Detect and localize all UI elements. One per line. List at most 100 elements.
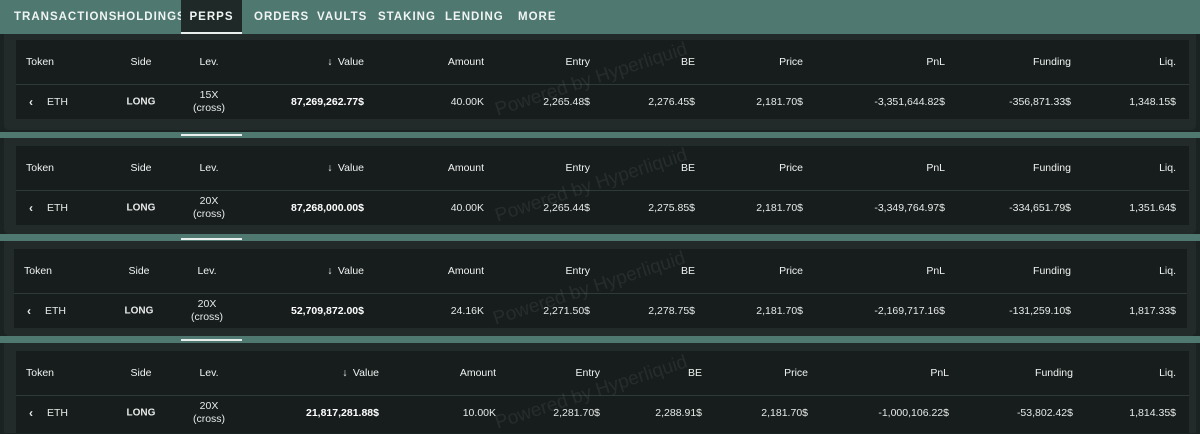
col-be[interactable]: BE	[681, 162, 695, 174]
col-be[interactable]: BE	[688, 367, 702, 379]
funding-value: -356,871.33$	[1009, 96, 1071, 108]
positions-table: Token Side Lev. ↓ Value Amount Entry BE P…	[16, 145, 1189, 227]
col-token[interactable]: Token	[26, 56, 54, 68]
col-amount[interactable]: Amount	[448, 265, 484, 277]
col-token[interactable]: Token	[24, 265, 52, 277]
margin-mode: (cross)	[192, 102, 226, 114]
positions-panel: Token Side Lev. ↓ Value Amount Entry BE P…	[4, 241, 1196, 336]
col-side[interactable]: Side	[109, 265, 169, 277]
col-funding[interactable]: Funding	[1033, 56, 1071, 68]
tab-indicator	[181, 134, 242, 136]
col-funding[interactable]: Funding	[1033, 162, 1071, 174]
position-amount: 10.00K	[462, 407, 496, 419]
arrow-down-icon: ↓	[327, 162, 333, 174]
funding-value: -131,259.10$	[1009, 305, 1071, 317]
leverage: 20X (cross)	[184, 195, 234, 221]
arrow-down-icon: ↓	[327, 56, 333, 68]
col-amount[interactable]: Amount	[448, 162, 484, 174]
tab-perps[interactable]: PERPS	[181, 0, 242, 34]
col-be[interactable]: BE	[681, 265, 695, 277]
position-value: 52,709,872.00$	[291, 305, 364, 317]
entry-price: 2,271.50$	[543, 305, 590, 317]
side-badge: LONG	[126, 407, 156, 419]
table-row[interactable]: ‹ ETH LONG 15X (cross) 87,269,262.77$ 40.…	[16, 85, 1189, 119]
entry-price: 2,265.48$	[543, 96, 590, 108]
positions-panel: Token Side Lev. ↓ Value Amount Entry BE P…	[4, 34, 1196, 130]
col-pnl[interactable]: PnL	[926, 162, 945, 174]
table-header: Token Side Lev. ↓ Value Amount Entry BE P…	[16, 40, 1189, 85]
col-entry[interactable]: Entry	[575, 367, 600, 379]
leverage-value: 20X	[197, 298, 217, 310]
col-lev[interactable]: Lev.	[182, 265, 232, 277]
col-pnl[interactable]: PnL	[926, 56, 945, 68]
col-entry[interactable]: Entry	[565, 265, 590, 277]
col-lev[interactable]: Lev.	[184, 367, 234, 379]
col-value-label: Value	[352, 367, 379, 379]
col-liq[interactable]: Liq.	[1159, 162, 1176, 174]
col-amount[interactable]: Amount	[460, 367, 496, 379]
margin-mode: (cross)	[190, 311, 224, 323]
table-row[interactable]: ‹ ETH LONG 20X (cross) 21,817,281.88$ 10.…	[16, 396, 1189, 430]
col-be[interactable]: BE	[681, 56, 695, 68]
tab-more[interactable]: MORE	[504, 0, 571, 34]
col-liq[interactable]: Liq.	[1159, 265, 1176, 277]
mark-price: 2,181.70$	[756, 96, 803, 108]
col-liq[interactable]: Liq.	[1159, 56, 1176, 68]
col-value[interactable]: ↓ Value	[340, 367, 379, 379]
col-amount[interactable]: Amount	[448, 56, 484, 68]
positions-panel: Token Side Lev. ↓ Value Amount Entry BE P…	[4, 343, 1196, 434]
col-lev[interactable]: Lev.	[184, 56, 234, 68]
col-entry[interactable]: Entry	[565, 162, 590, 174]
col-funding[interactable]: Funding	[1033, 265, 1071, 277]
separator-band	[0, 336, 1200, 343]
chevron-left-icon: ‹	[29, 406, 33, 420]
breakeven-price: 2,278.75$	[648, 305, 695, 317]
col-token[interactable]: Token	[26, 162, 54, 174]
col-pnl[interactable]: PnL	[926, 265, 945, 277]
breakeven-price: 2,276.45$	[648, 96, 695, 108]
col-price[interactable]: Price	[784, 367, 808, 379]
positions-table: Token Side Lev. ↓ Value Amount Entry BE P…	[16, 351, 1189, 434]
chevron-left-icon: ‹	[29, 201, 33, 215]
positions-panel: Token Side Lev. ↓ Value Amount Entry BE P…	[4, 138, 1196, 234]
token-name: ETH	[47, 96, 68, 108]
col-side[interactable]: Side	[111, 162, 171, 174]
table-row[interactable]: ‹ ETH LONG 20X (cross) 87,268,000.00$ 40.…	[16, 191, 1189, 225]
entry-price: 2,265.44$	[543, 202, 590, 214]
col-funding[interactable]: Funding	[1035, 367, 1073, 379]
tab-indicator	[181, 238, 242, 240]
position-value: 87,269,262.77$	[291, 96, 364, 108]
liquidation-price: 1,817.33$	[1129, 305, 1176, 317]
col-entry[interactable]: Entry	[565, 56, 590, 68]
col-price[interactable]: Price	[779, 265, 803, 277]
chevron-left-icon: ‹	[27, 304, 31, 318]
arrow-down-icon: ↓	[327, 265, 333, 277]
chevron-left-icon: ‹	[29, 95, 33, 109]
table-header: Token Side Lev. ↓ Value Amount Entry BE P…	[16, 146, 1189, 191]
col-liq[interactable]: Liq.	[1159, 367, 1176, 379]
col-price[interactable]: Price	[779, 56, 803, 68]
token-name: ETH	[47, 202, 68, 214]
margin-mode: (cross)	[192, 208, 226, 220]
col-side[interactable]: Side	[111, 367, 171, 379]
funding-value: -53,802.42$	[1016, 407, 1073, 419]
col-price[interactable]: Price	[779, 162, 803, 174]
arrow-down-icon: ↓	[342, 367, 348, 379]
table-row[interactable]: ‹ ETH LONG 20X (cross) 52,709,872.00$ 24.…	[14, 294, 1187, 328]
col-side[interactable]: Side	[111, 56, 171, 68]
positions-table: Token Side Lev. ↓ Value Amount Entry BE P…	[16, 39, 1189, 121]
breakeven-price: 2,275.85$	[648, 202, 695, 214]
col-value[interactable]: ↓ Value	[325, 162, 364, 174]
col-lev[interactable]: Lev.	[184, 162, 234, 174]
token-name: ETH	[45, 305, 66, 317]
leverage: 20X (cross)	[182, 298, 232, 324]
positions-table: Token Side Lev. ↓ Value Amount Entry BE P…	[14, 248, 1187, 330]
margin-mode: (cross)	[192, 413, 226, 425]
col-value[interactable]: ↓ Value	[325, 56, 364, 68]
pnl-value: -3,349,764.97$	[874, 202, 945, 214]
col-token[interactable]: Token	[26, 367, 54, 379]
funding-value: -334,651.79$	[1009, 202, 1071, 214]
col-value[interactable]: ↓ Value	[325, 265, 364, 277]
leverage-value: 15X	[199, 89, 219, 101]
col-pnl[interactable]: PnL	[930, 367, 949, 379]
